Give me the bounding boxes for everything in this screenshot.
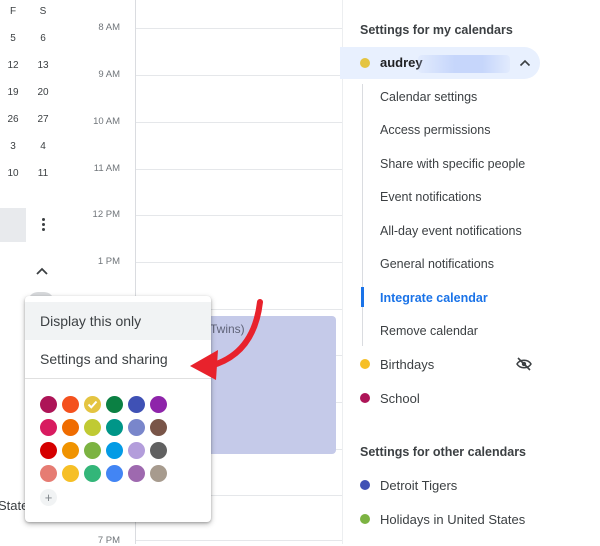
color-swatch[interactable] (150, 465, 167, 482)
weekday-header: S (39, 6, 47, 17)
color-swatch[interactable] (40, 465, 57, 482)
calendar-color-dot (360, 480, 370, 490)
color-swatch[interactable] (150, 396, 167, 413)
color-swatch[interactable] (106, 396, 123, 413)
hour-label: 11 AM (93, 163, 120, 174)
hour-gridline (136, 28, 342, 29)
calendar-item-school[interactable]: School (380, 391, 420, 406)
mini-day[interactable]: 3 (3, 141, 23, 152)
color-swatch[interactable] (62, 419, 79, 436)
hour-label: 8 AM (98, 22, 120, 33)
redacted-name (418, 55, 510, 73)
color-swatch[interactable] (84, 396, 101, 413)
hour-label: 10 AM (93, 116, 120, 127)
color-swatch[interactable] (62, 442, 79, 459)
color-swatch[interactable] (84, 442, 101, 459)
share-with-people-link[interactable]: Share with specific people (380, 157, 525, 171)
all-day-notifications-link[interactable]: All-day event notifications (380, 224, 522, 238)
color-swatch[interactable] (128, 419, 145, 436)
mini-day[interactable]: 19 (3, 87, 23, 98)
color-swatch[interactable] (62, 396, 79, 413)
hour-gridline (136, 75, 342, 76)
chevron-up-icon[interactable] (519, 59, 531, 67)
red-arrow-icon (190, 299, 263, 380)
color-swatch[interactable] (150, 442, 167, 459)
calendar-list-item-highlight[interactable] (0, 208, 26, 242)
hour-gridline (136, 122, 342, 123)
check-icon (87, 400, 98, 409)
calendar-settings-link[interactable]: Calendar settings (380, 90, 477, 104)
grid-divider (342, 0, 343, 544)
color-swatch[interactable] (40, 396, 57, 413)
color-swatch[interactable] (62, 465, 79, 482)
color-swatch[interactable] (106, 442, 123, 459)
submenu-active-indicator (361, 287, 364, 307)
mini-day[interactable]: 5 (3, 33, 23, 44)
access-permissions-link[interactable]: Access permissions (380, 123, 490, 137)
hour-gridline (136, 169, 342, 170)
mini-calendar: F S 5 6 12 13 19 20 26 27 3 4 10 11 (0, 0, 60, 200)
my-calendars-title: Settings for my calendars (360, 23, 513, 37)
hour-label: 1 PM (97, 256, 120, 267)
menu-item-label: Display this only (40, 313, 142, 329)
general-notifications-link[interactable]: General notifications (380, 257, 494, 271)
add-custom-color-button[interactable]: + (40, 489, 57, 506)
integrate-calendar-link[interactable]: Integrate calendar (380, 291, 488, 305)
calendar-item-holidays[interactable]: Holidays in United States (380, 512, 525, 527)
hour-gridline (136, 540, 342, 541)
mini-day[interactable]: 10 (3, 168, 23, 179)
mini-day[interactable]: 13 (33, 60, 53, 71)
hour-label: 7 PM (97, 535, 120, 546)
hour-gridline (136, 215, 342, 216)
mini-day[interactable]: 26 (3, 114, 23, 125)
color-swatch[interactable] (84, 465, 101, 482)
calendar-color-dot (360, 393, 370, 403)
chevron-up-icon[interactable] (35, 266, 49, 276)
color-swatch[interactable] (128, 396, 145, 413)
color-swatch[interactable] (106, 419, 123, 436)
more-options-icon[interactable] (36, 216, 50, 236)
color-swatch[interactable] (150, 419, 167, 436)
hour-gridline (136, 262, 342, 263)
weekday-header: F (9, 6, 17, 17)
hour-label: 12 PM (92, 209, 120, 220)
color-swatch[interactable] (106, 465, 123, 482)
remove-calendar-link[interactable]: Remove calendar (380, 324, 478, 338)
mini-day[interactable]: 12 (3, 60, 23, 71)
calendar-color-dot (360, 58, 370, 68)
calendar-color-dot (360, 359, 370, 369)
other-calendars-title: Settings for other calendars (360, 445, 527, 459)
hour-label: 9 AM (98, 69, 120, 80)
calendar-color-dot (360, 514, 370, 524)
menu-item-label: Settings and sharing (40, 351, 168, 367)
mini-day[interactable]: 27 (33, 114, 53, 125)
color-swatch[interactable] (128, 465, 145, 482)
calendar-name: audrey (380, 55, 423, 70)
eye-off-icon[interactable] (516, 357, 532, 371)
calendar-item-detroit-tigers[interactable]: Detroit Tigers (380, 478, 457, 493)
color-swatch[interactable] (40, 419, 57, 436)
calendar-item-birthdays[interactable]: Birthdays (380, 357, 434, 372)
mini-day[interactable]: 6 (33, 33, 53, 44)
mini-day[interactable]: 11 (33, 168, 53, 179)
color-swatch[interactable] (40, 442, 57, 459)
event-notifications-link[interactable]: Event notifications (380, 190, 481, 204)
color-swatch[interactable] (128, 442, 145, 459)
color-swatch[interactable] (84, 419, 101, 436)
mini-day[interactable]: 20 (33, 87, 53, 98)
mini-day[interactable]: 4 (33, 141, 53, 152)
